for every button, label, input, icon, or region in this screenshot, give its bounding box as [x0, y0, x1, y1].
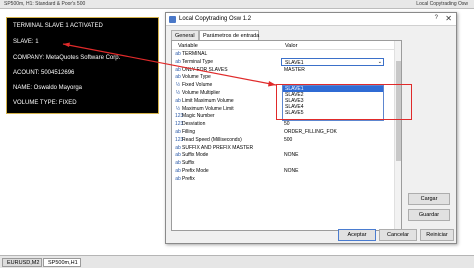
- parameter-value-text: 500: [284, 136, 293, 143]
- parameter-name: Suffix Mode: [182, 152, 209, 159]
- reset-button[interactable]: Reiniciar: [420, 229, 454, 241]
- parameter-value-text: NONE: [284, 167, 299, 174]
- chevron-down-icon[interactable]: ⌄: [378, 59, 382, 65]
- text-type-icon: ab: [175, 51, 181, 57]
- parameter-name: Magic Number: [182, 113, 215, 120]
- text-type-icon: ab: [175, 167, 181, 174]
- parameter-row[interactable]: ab SUFFIX AND PREFIX MASTER: [172, 144, 396, 152]
- info-line-volume-type: VOLUME TYPE: FIXED: [13, 100, 77, 106]
- terminal-title-bar: SP500m, H1: Standard & Poor's 500 Local …: [0, 0, 474, 9]
- info-line-slave: SLAVE: 1: [13, 39, 39, 45]
- parameter-name: Limit Maximum Volume: [182, 97, 234, 104]
- parameter-row[interactable]: ab Prefix: [172, 175, 396, 183]
- parameter-row[interactable]: ab Terminal Type SLAVE1 ⌄: [172, 57, 396, 66]
- parameter-value[interactable]: [281, 159, 384, 167]
- parameter-value[interactable]: 50: [281, 120, 384, 128]
- parameter-value[interactable]: [281, 50, 384, 58]
- info-line-company: COMPANY: MetaQuotes Software Corp.: [13, 55, 121, 61]
- terminal-title: SP500m, H1: Standard & Poor's 500: [4, 1, 86, 7]
- close-icon[interactable]: ✕: [445, 14, 452, 23]
- text-type-icon: ab: [175, 128, 181, 135]
- parameter-name: SUFFIX AND PREFIX MASTER: [182, 144, 254, 151]
- parameter-name: Fixed Volume: [182, 82, 213, 89]
- cancel-button[interactable]: Cancelar: [379, 229, 417, 241]
- text-type-icon: ab: [175, 152, 181, 159]
- terminal-ea-name: Local Copytrading Osw: [416, 1, 468, 7]
- parameter-row[interactable]: ab Suffix: [172, 159, 396, 167]
- save-button[interactable]: Guardar: [408, 209, 450, 221]
- double-type-icon: ½: [175, 105, 181, 112]
- info-line-status: TERMINAL SLAVE 1 ACTIVATED: [13, 23, 103, 29]
- column-value[interactable]: Valor: [285, 43, 297, 49]
- parameter-value[interactable]: ORDER_FILLING_FOK: [281, 128, 384, 136]
- parameter-value-text: 50: [284, 121, 290, 128]
- parameter-name: TERMINAL: [182, 51, 208, 57]
- parameter-value[interactable]: [281, 73, 384, 81]
- info-line-account: ACOUNT: 5004512696: [13, 70, 75, 76]
- parameter-value-text: ORDER_FILLING_FOK: [284, 128, 337, 135]
- parameter-name: Prefix Mode: [182, 167, 209, 174]
- parameters-grid: Variable Valor ab TERMINAL ab Terminal Type…: [171, 40, 402, 231]
- parameter-value[interactable]: NONE: [281, 167, 384, 175]
- integer-type-icon: 123: [175, 136, 184, 143]
- parameter-value-text: MASTER: [284, 66, 305, 73]
- parameter-name: Read Speed (Milliseconds): [182, 136, 242, 143]
- parameter-name: Volume Multiplier: [182, 89, 221, 96]
- parameter-name: Desviation: [182, 121, 206, 128]
- parameter-row[interactable]: ab ONLY FOR SLAVES MASTER: [172, 66, 396, 74]
- parameter-name: Volume Type: [182, 74, 211, 81]
- parameter-value[interactable]: [281, 175, 384, 183]
- integer-type-icon: 123: [175, 121, 184, 128]
- text-type-icon: ab: [175, 58, 181, 65]
- integer-type-icon: 123: [175, 113, 184, 120]
- parameter-value[interactable]: 500: [281, 136, 384, 144]
- parameter-row[interactable]: ab Filling ORDER_FILLING_FOK: [172, 128, 396, 136]
- dialog-title: Local Copytrading Osw 1.2: [179, 16, 252, 22]
- dialog-title-bar[interactable]: Local Copytrading Osw 1.2 ? ✕: [166, 13, 456, 26]
- terminal-type-select[interactable]: SLAVE1 ⌄: [281, 57, 384, 66]
- parameter-name: Filling: [182, 128, 196, 135]
- parameter-name: Terminal Type: [182, 58, 214, 65]
- properties-dialog: Local Copytrading Osw 1.2 ? ✕ General Pa…: [165, 12, 457, 244]
- parameter-name: Prefix: [182, 175, 195, 182]
- parameter-row[interactable]: ab Prefix Mode NONE: [172, 167, 396, 175]
- text-type-icon: ab: [175, 74, 181, 81]
- parameter-row[interactable]: 123 Read Speed (Milliseconds) 500: [172, 136, 396, 144]
- tab-general[interactable]: General: [171, 30, 199, 40]
- help-icon[interactable]: ?: [435, 15, 438, 21]
- parameter-name: Suffix: [182, 160, 195, 167]
- text-type-icon: ab: [175, 97, 181, 104]
- chart-tab-sp500[interactable]: SP500m,H1: [43, 258, 81, 267]
- column-variable[interactable]: Variable: [178, 43, 198, 49]
- info-line-name: NAME: Oswaldo Mayorga: [13, 85, 83, 91]
- accept-button[interactable]: Aceptar: [338, 229, 376, 241]
- text-type-icon: ab: [175, 175, 181, 182]
- parameter-row[interactable]: 123 Desviation 50: [172, 120, 396, 128]
- parameter-row[interactable]: ab Suffix Mode NONE: [172, 151, 396, 159]
- parameter-row[interactable]: ab Volume Type: [172, 73, 396, 81]
- parameter-name: ONLY FOR SLAVES: [182, 66, 228, 73]
- parameter-value[interactable]: [281, 144, 384, 152]
- chart-tabs: EURUSD,M2 SP500m,H1: [0, 255, 474, 268]
- parameter-name: Maximum Volume Limit: [182, 105, 234, 112]
- load-button[interactable]: Cargar: [408, 193, 450, 205]
- ea-icon: [169, 16, 176, 23]
- parameter-row[interactable]: ab TERMINAL: [172, 50, 396, 58]
- chart-tab-eurusd[interactable]: EURUSD,M2: [2, 258, 42, 267]
- parameter-value-text: NONE: [284, 152, 299, 159]
- text-type-icon: ab: [175, 66, 181, 73]
- grid-scrollbar[interactable]: [394, 41, 401, 230]
- highlight-box: [276, 84, 412, 120]
- slave-info-panel: TERMINAL SLAVE 1 ACTIVATED SLAVE: 1 COMP…: [6, 17, 159, 114]
- double-type-icon: ½: [175, 82, 181, 89]
- parameter-value[interactable]: NONE: [281, 151, 384, 159]
- grid-header: Variable Valor: [172, 41, 401, 50]
- text-type-icon: ab: [175, 144, 181, 151]
- text-type-icon: ab: [175, 160, 181, 167]
- parameter-value[interactable]: MASTER: [281, 66, 384, 74]
- double-type-icon: ½: [175, 89, 181, 96]
